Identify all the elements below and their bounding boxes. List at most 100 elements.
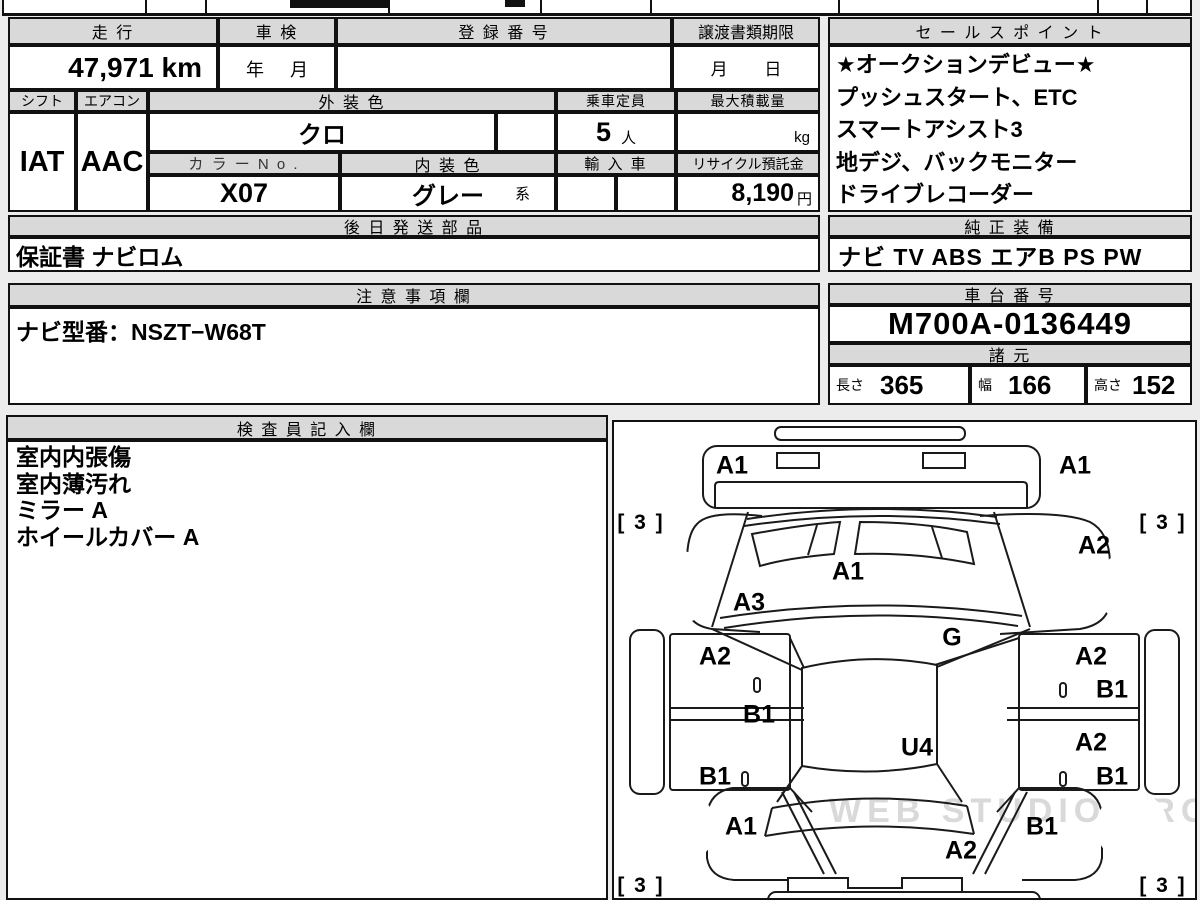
max-load-header: 最大積載量	[676, 90, 820, 112]
later-parts-value: 保証書 ナビロム	[8, 237, 820, 272]
mileage-value: 47,971 km	[8, 45, 218, 90]
sales-point-line: 地デジ、バックモニター	[836, 147, 1095, 180]
shift-header: シフト	[8, 90, 76, 112]
dimension-length: 長さ 365	[828, 365, 970, 405]
registration-value	[336, 45, 672, 90]
dimension-width-value: 166	[1008, 370, 1051, 401]
dimension-height-value: 152	[1132, 370, 1175, 401]
later-parts-header: 後 日 発 送 部 品	[8, 215, 820, 237]
zone-label: A2	[1078, 532, 1110, 561]
zone-label: A2	[699, 643, 731, 672]
import-car-subcell-right	[616, 175, 676, 212]
interior-color-name: グレー	[412, 176, 484, 211]
divider	[650, 0, 652, 13]
divider	[2, 0, 4, 13]
inspector-line: 室内薄汚れ	[16, 471, 199, 498]
zone-label: A1	[716, 452, 748, 481]
aircon-header: エアコン	[76, 90, 148, 112]
interior-color-value: グレー 系	[340, 175, 556, 212]
shaken-header: 車 検	[218, 17, 336, 45]
sales-point-line: スマートアシスト3	[836, 114, 1095, 147]
zone-label: A2	[1075, 643, 1107, 672]
cutoff-top-row	[2, 0, 1192, 16]
auction-sheet: { "sheet": { "info": { "mileage": {"labe…	[0, 0, 1200, 900]
zone-label: A1	[1059, 452, 1091, 481]
dimensions-header: 諸 元	[828, 343, 1192, 365]
shift-value: IAT	[8, 112, 76, 212]
aircon-value: AAC	[76, 112, 148, 212]
zone-label: A2	[1075, 729, 1107, 758]
dimension-height: 高さ 152	[1086, 365, 1192, 405]
corner-marker: [ 3 ]	[1139, 511, 1186, 535]
transfer-day: 日	[764, 55, 781, 80]
notes-body: ナビ型番：NSZT−W68T	[8, 307, 820, 405]
import-car-header: 輸 入 車	[556, 152, 676, 175]
recycle-fee-number: 8,190	[731, 179, 794, 208]
inspector-header: 検 査 員 記 入 欄	[6, 415, 608, 440]
dimension-height-label: 高さ	[1094, 375, 1122, 395]
dimension-width-label: 幅	[978, 375, 992, 395]
zone-label: A1	[832, 558, 864, 587]
divider	[540, 0, 542, 13]
sales-points-header: セ ー ル ス ポ イ ン ト	[828, 17, 1192, 45]
sales-points-body: ★オークションデビュー★ プッシュスタート、ETC スマートアシスト3 地デジ、…	[828, 45, 1192, 212]
chassis-header: 車 台 番 号	[828, 283, 1192, 305]
mileage-header: 走 行	[8, 17, 218, 45]
transfer-month: 月	[711, 55, 728, 80]
transfer-deadline-header: 譲渡書類期限	[672, 17, 820, 45]
divider	[838, 0, 840, 13]
zone-label: U4	[901, 734, 933, 763]
chassis-value: M700A-0136449	[828, 305, 1192, 343]
sales-point-line: ★オークションデビュー★	[836, 49, 1095, 82]
exterior-color-subcell	[496, 112, 556, 152]
capacity-number: 5	[596, 117, 611, 148]
shaken-year: 年	[246, 56, 264, 82]
equipment-header: 純 正 装 備	[828, 215, 1192, 237]
inspector-body: 室内内張傷 室内薄汚れ ミラー A ホイールカバー A	[6, 440, 608, 900]
registration-header: 登 録 番 号	[336, 17, 672, 45]
corner-marker: [ 3 ]	[617, 874, 664, 898]
zone-label: B1	[1096, 676, 1128, 705]
divider	[1190, 0, 1192, 13]
inspector-line: ミラー A	[16, 497, 199, 524]
capacity-value: 5 人	[556, 112, 676, 152]
dimension-length-label: 長さ	[836, 375, 864, 395]
exterior-color-value: クロ	[148, 112, 496, 152]
corner-marker: [ 3 ]	[1139, 874, 1186, 898]
recycle-fee-header: リサイクル預託金	[676, 152, 820, 175]
divider	[1097, 0, 1099, 13]
notes-header: 注 意 事 項 欄	[8, 283, 820, 307]
corner-marker: [ 3 ]	[617, 511, 664, 535]
zone-label: B1	[1026, 813, 1058, 842]
recycle-fee-value: 8,190 円	[676, 175, 820, 212]
recycle-fee-unit: 円	[797, 188, 812, 209]
zone-label: B1	[1096, 763, 1128, 792]
transfer-value: 月 日	[672, 45, 820, 90]
equipment-value: ナビ TV ABS エアB PS PW	[828, 237, 1192, 272]
sales-point-line: ドライブレコーダー	[836, 179, 1095, 212]
zone-label: B1	[743, 701, 775, 730]
inspector-line: ホイールカバー A	[16, 524, 199, 551]
inspector-line: 室内内張傷	[16, 444, 199, 471]
notes-text: ナビ型番：NSZT−W68T	[10, 309, 272, 351]
zone-label: G	[942, 624, 961, 653]
zone-label: A1	[725, 813, 757, 842]
divider	[145, 0, 147, 13]
divider	[1146, 0, 1148, 13]
color-no-header: カ ラ ー N o .	[148, 152, 340, 175]
car-diagram: WEB STUDIO PRO	[612, 420, 1197, 900]
interior-color-suffix: 系	[515, 183, 530, 204]
shaken-value: 年 月	[218, 45, 336, 90]
exterior-color-header: 外 装 色	[148, 90, 556, 112]
cutoff-text-fragment	[505, 0, 525, 7]
import-car-subcell-left	[556, 175, 616, 212]
shaken-month: 月	[290, 56, 308, 82]
dimension-width: 幅 166	[970, 365, 1086, 405]
capacity-unit: 人	[621, 127, 636, 148]
interior-color-header: 内 装 色	[340, 152, 556, 175]
zone-label: A2	[945, 837, 977, 866]
color-no-value: X07	[148, 175, 340, 212]
zone-label: A3	[733, 589, 765, 618]
divider	[205, 0, 207, 13]
dimension-length-value: 365	[880, 370, 923, 401]
